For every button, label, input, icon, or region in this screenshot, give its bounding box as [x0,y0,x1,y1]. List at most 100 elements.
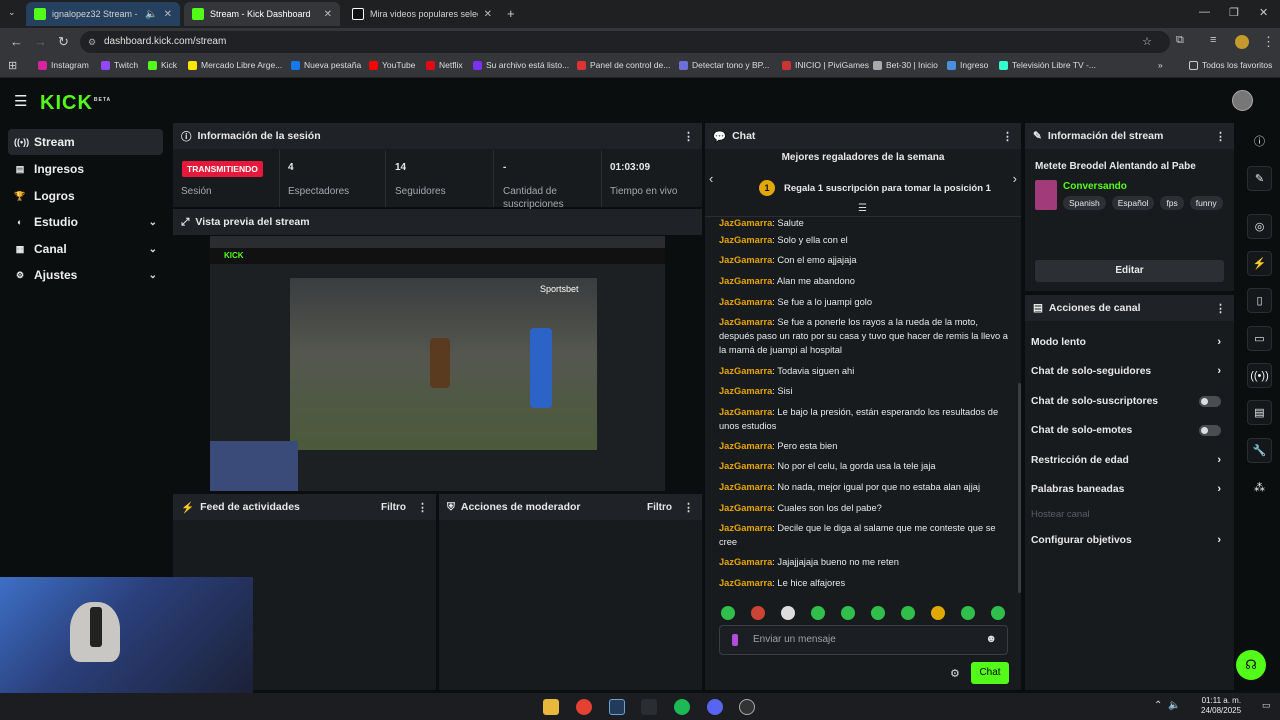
chat-settings-gear-icon[interactable]: ⚙ [950,667,960,680]
tab-close-icon[interactable]: ✕ [484,9,492,20]
emote-icon[interactable] [811,606,825,620]
support-headset-button[interactable]: ☊ [1236,650,1266,680]
site-info-icon[interactable]: ⚙ [88,31,96,53]
chevron-left-icon[interactable]: ‹ [709,171,713,186]
chat-username[interactable]: JazGamarra [719,523,772,533]
rail-chat-button[interactable]: ▭ [1247,326,1272,351]
browser-tab-3[interactable]: Mira videos populares seleccio ✕ [344,2,500,26]
chat-username[interactable]: JazGamarra [719,297,772,307]
bookmark-item[interactable]: Televisión Libre TV -... [999,60,1096,70]
window-close-icon[interactable]: ✕ [1259,6,1268,19]
bookmark-item[interactable]: Netflix [426,60,463,70]
chat-username[interactable]: JazGamarra [719,218,772,228]
chat-username[interactable]: JazGamarra [719,557,772,567]
kebab-menu-icon[interactable]: ⋮ [1215,130,1226,143]
chat-message[interactable]: JazGamarra: Pero esta bien [719,439,1015,453]
apps-grid-icon[interactable]: ⊞ [8,59,17,72]
profile-icon[interactable] [1235,35,1249,49]
emotes-only-toggle[interactable] [1199,424,1221,436]
obs-icon[interactable] [739,699,755,715]
rail-document-button[interactable]: ▯ [1247,288,1272,313]
bookmark-item[interactable]: Nueva pestaña [291,60,361,70]
address-bar[interactable]: ⚙ dashboard.kick.com/stream ☆ [80,31,1170,53]
rail-camera-button[interactable]: ◎ [1247,214,1272,239]
chat-message[interactable]: JazGamarra: No nada, mejor igual por que… [719,480,1015,494]
bookmark-item[interactable]: YouTube [369,60,415,70]
action-slow-mode[interactable]: Modo lento › [1031,330,1231,354]
chat-username[interactable]: JazGamarra [719,366,772,376]
action-configure-goals[interactable]: Configurar objetivos › [1031,528,1231,552]
chat-message[interactable]: JazGamarra: Le bajo la presión, están es… [719,405,1015,433]
kebab-menu-icon[interactable]: ⋮ [683,501,694,514]
bookmark-item[interactable]: Twitch [101,60,138,70]
sidebar-item-stream[interactable]: ((•)) Stream [8,129,163,155]
emote-icon[interactable] [901,606,915,620]
chat-username[interactable]: JazGamarra [719,407,772,417]
discord-icon[interactable] [707,699,723,715]
info-icon[interactable]: ⓘ [1254,133,1265,149]
chat-username[interactable]: JazGamarra [719,578,772,588]
chat-message[interactable]: JazGamarra: No por el celu, la gorda usa… [719,459,1015,473]
chat-message[interactable]: JazGamarra: Alan me abandono [719,274,1015,288]
chat-message[interactable]: JazGamarra: Con el emo ajjajaja [719,253,1015,267]
bookmark-item[interactable]: Su archivo está listo... [473,60,569,70]
chat-message[interactable]: JazGamarra: Le hice alfajores [719,576,1015,590]
action-followers-only[interactable]: Chat de solo-seguidores › [1031,359,1231,383]
tab-close-icon[interactable]: ✕ [164,9,172,20]
chat-username[interactable]: JazGamarra [719,235,772,245]
chrome-icon[interactable] [576,699,592,715]
speaker-icon[interactable]: 🔈 [1168,700,1180,711]
chat-username[interactable]: JazGamarra [719,386,772,396]
edit-button[interactable]: Editar [1035,260,1224,282]
preview-video[interactable]: KICK Sportsbet [210,236,665,491]
emote-icon[interactable] [841,606,855,620]
send-chat-button[interactable]: Chat [971,662,1009,684]
rail-broadcast-button[interactable]: ((•)) [1247,363,1272,388]
chat-username[interactable]: JazGamarra [719,317,772,327]
sidebar-item-estudio[interactable]: ◐ Estudio ⌄ [8,209,163,235]
sidebar-item-ingresos[interactable]: ▤ Ingresos [8,156,163,182]
chat-username[interactable]: JazGamarra [719,255,772,265]
bookmark-item[interactable]: INICIO | PiviGames [782,60,869,70]
emote-icon[interactable] [781,606,795,620]
collapse-icon[interactable]: ☰ [858,203,867,214]
emote-icon[interactable] [721,606,735,620]
chat-username[interactable]: JazGamarra [719,461,772,471]
bookmark-item[interactable]: Ingreso [947,60,988,70]
chevron-right-icon[interactable]: › [1013,171,1017,186]
notification-icon[interactable]: ▭ [1262,700,1271,711]
chat-message[interactable]: JazGamarra: Sisi [719,384,1015,398]
spotify-icon[interactable] [674,699,690,715]
bookmarks-overflow-icon[interactable]: » [1158,60,1163,70]
kebab-menu-icon[interactable]: ⋮ [683,130,694,143]
chat-username[interactable]: JazGamarra [719,482,772,492]
chat-message[interactable]: JazGamarra: Solo y ella con el [719,233,1015,247]
emote-icon[interactable] [751,606,765,620]
chat-message[interactable]: JazGamarra: Se fue a ponerle los rayos a… [719,315,1015,357]
back-icon[interactable]: ← [10,34,23,49]
chat-message[interactable]: JazGamarra: Todavia siguen ahi [719,364,1015,378]
restore-icon[interactable]: ❐ [1229,6,1239,19]
rail-list-button[interactable]: ▤ [1247,400,1272,425]
all-bookmarks[interactable]: Todos los favoritos [1189,60,1272,70]
new-tab-icon[interactable]: + [507,6,515,21]
sidebar-item-canal[interactable]: ▦ Canal ⌄ [8,236,163,262]
rail-lightning-button[interactable]: ⚡ [1247,251,1272,276]
emote-icon[interactable] [931,606,945,620]
emote-icon[interactable] [961,606,975,620]
bookmark-item[interactable]: Panel de control de... [577,60,670,70]
hamburger-menu-icon[interactable]: ☰ [14,92,27,110]
tab-search-icon[interactable]: ⌄ [8,7,16,18]
bookmark-item[interactable]: Bet-30 | Inicio [873,60,938,70]
rail-wrench-button[interactable]: 🔧 [1247,438,1272,463]
chat-message[interactable]: JazGamarra: Decile que le diga al salame… [719,521,1015,549]
kebab-menu-icon[interactable]: ⋮ [1002,130,1013,143]
kebab-menu-icon[interactable]: ⋮ [1215,302,1226,315]
action-banned-words[interactable]: Palabras baneadas › [1031,477,1231,501]
bookmark-star-icon[interactable]: ☆ [1142,31,1152,53]
filter-button[interactable]: Filtro [647,502,672,513]
app-icon[interactable] [641,699,657,715]
minimize-icon[interactable]: — [1199,6,1210,18]
chat-message[interactable]: JazGamarra: Salute [719,218,1015,230]
bookmark-item[interactable]: Instagram [38,60,89,70]
